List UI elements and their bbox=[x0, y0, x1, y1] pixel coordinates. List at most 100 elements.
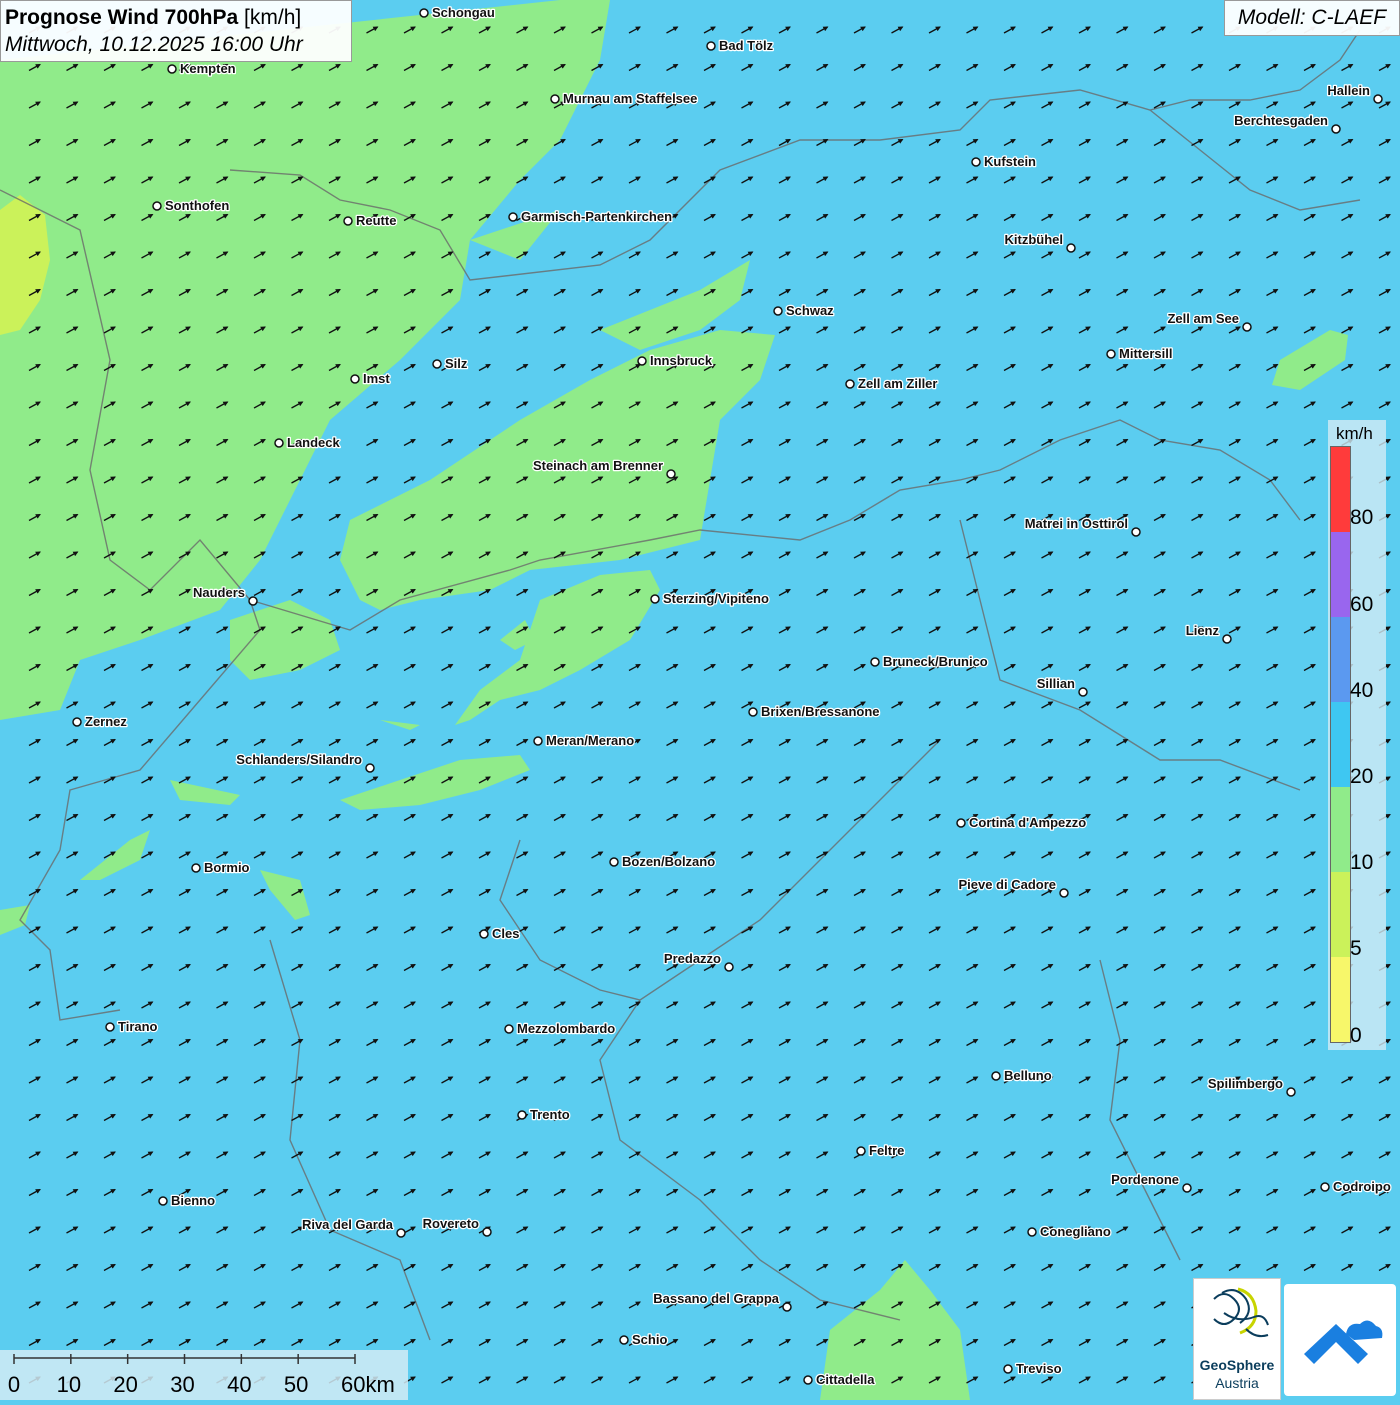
legend-label-5: 5 bbox=[1350, 937, 1362, 960]
city-label: Sillian bbox=[1037, 676, 1075, 691]
city-dot-icon bbox=[1059, 888, 1069, 898]
city-dot-icon bbox=[508, 212, 518, 222]
city-label: Meran/Merano bbox=[546, 733, 634, 748]
scale-bar-graphic: 0 10 20 30 40 50 60km bbox=[8, 1354, 395, 1397]
legend-band-5 bbox=[1331, 872, 1350, 957]
city-label: Riva del Garda bbox=[302, 1217, 394, 1232]
city-dot-icon bbox=[1131, 527, 1141, 537]
legend-band-20 bbox=[1331, 702, 1350, 787]
city-marker[interactable]: Sonthofen bbox=[152, 197, 231, 214]
weather-app-icon-graphic bbox=[1304, 1320, 1383, 1364]
city-dot-icon bbox=[1320, 1182, 1330, 1192]
city-dot-icon bbox=[248, 596, 258, 606]
city-marker[interactable]: Bruneck/Brunico bbox=[870, 653, 989, 670]
city-dot-icon bbox=[782, 1302, 792, 1312]
city-label: Tirano bbox=[118, 1019, 158, 1034]
city-label: Schio bbox=[632, 1332, 667, 1347]
city-label: Berchtesgaden bbox=[1234, 113, 1328, 128]
city-marker[interactable]: Schongau bbox=[419, 4, 496, 21]
city-dot-icon bbox=[991, 1071, 1001, 1081]
city-marker[interactable]: Bozen/Bolzano bbox=[609, 853, 716, 870]
city-marker[interactable]: Sterzing/Vipiteno bbox=[650, 590, 770, 607]
city-label: Kitzbühel bbox=[1005, 232, 1064, 247]
legend-label-0: 0 bbox=[1350, 1024, 1362, 1047]
city-dot-icon bbox=[158, 1196, 168, 1206]
city-label: Pieve di Cadore bbox=[958, 877, 1056, 892]
city-marker[interactable]: Meran/Merano bbox=[533, 732, 635, 749]
city-label: Kempten bbox=[180, 61, 236, 76]
city-marker[interactable]: Conegliano bbox=[1027, 1223, 1112, 1240]
weather-app-icon[interactable] bbox=[1284, 1284, 1396, 1396]
city-dot-icon bbox=[856, 1146, 866, 1156]
city-label: Lienz bbox=[1186, 623, 1220, 638]
scale-label: 40 bbox=[227, 1372, 251, 1397]
city-label: Sterzing/Vipiteno bbox=[663, 591, 769, 606]
geosphere-logo-icon bbox=[1213, 1287, 1269, 1338]
city-dot-icon bbox=[1078, 687, 1088, 697]
city-dot-icon bbox=[550, 94, 560, 104]
city-dot-icon bbox=[1373, 94, 1383, 104]
city-dot-icon bbox=[971, 157, 981, 167]
city-marker[interactable]: Garmisch-Partenkirchen bbox=[508, 208, 673, 225]
city-dot-icon bbox=[504, 1024, 514, 1034]
city-dot-icon bbox=[619, 1335, 629, 1345]
city-dot-icon bbox=[1003, 1364, 1013, 1374]
city-dot-icon bbox=[167, 64, 177, 74]
city-label: Steinach am Brenner bbox=[533, 458, 663, 473]
legend-label-10: 10 bbox=[1350, 851, 1374, 874]
city-label: Codroipo bbox=[1333, 1179, 1391, 1194]
city-marker[interactable]: Murnau am Staffelsee bbox=[550, 90, 699, 107]
city-marker[interactable]: Mezzolombardo bbox=[504, 1020, 617, 1037]
city-dot-icon bbox=[773, 306, 783, 316]
scale-label: 30 bbox=[170, 1372, 194, 1397]
scale-label: 60km bbox=[341, 1372, 395, 1397]
scale-label: 0 bbox=[8, 1372, 20, 1397]
city-dot-icon bbox=[1242, 322, 1252, 332]
city-dot-icon bbox=[533, 736, 543, 746]
city-label: Bruneck/Brunico bbox=[883, 654, 988, 669]
city-label: Kufstein bbox=[984, 154, 1036, 169]
forecast-datetime: Mittwoch, 10.12.2025 16:00 Uhr bbox=[5, 33, 303, 56]
city-dot-icon bbox=[845, 379, 855, 389]
scale-label: 10 bbox=[57, 1372, 81, 1397]
city-label: Belluno bbox=[1004, 1068, 1052, 1083]
city-label: Imst bbox=[363, 371, 390, 386]
legend-label-40: 40 bbox=[1350, 679, 1374, 702]
city-label: Rovereto bbox=[423, 1216, 479, 1231]
city-label: Sonthofen bbox=[165, 198, 229, 213]
city-label: Zernez bbox=[85, 714, 127, 729]
city-label: Predazzo bbox=[664, 951, 721, 966]
city-dot-icon bbox=[396, 1228, 406, 1238]
city-marker[interactable]: Brixen/Bressanone bbox=[748, 703, 881, 720]
city-label: Innsbruck bbox=[650, 353, 713, 368]
city-dot-icon bbox=[517, 1110, 527, 1120]
city-marker[interactable]: Cortina d'Ampezzo bbox=[956, 814, 1088, 831]
title-main: Prognose Wind 700hPa bbox=[5, 6, 239, 29]
city-label: Conegliano bbox=[1040, 1224, 1111, 1239]
city-dot-icon bbox=[748, 707, 758, 717]
city-label: Zell am Ziller bbox=[858, 376, 937, 391]
legend-band-40 bbox=[1331, 617, 1350, 702]
city-label: Trento bbox=[530, 1107, 570, 1122]
city-marker[interactable]: Innsbruck bbox=[637, 352, 714, 369]
legend-band-60 bbox=[1331, 532, 1350, 617]
city-label: Bozen/Bolzano bbox=[622, 854, 715, 869]
city-label: Murnau am Staffelsee bbox=[563, 91, 697, 106]
geosphere-name: GeoSphere bbox=[1199, 1357, 1275, 1373]
city-label: Treviso bbox=[1016, 1361, 1062, 1376]
city-marker[interactable]: Zell am Ziller bbox=[845, 375, 939, 392]
legend-label-60: 60 bbox=[1350, 593, 1374, 616]
city-label: Cittadella bbox=[816, 1372, 875, 1387]
city-label: Garmisch-Partenkirchen bbox=[521, 209, 672, 224]
city-label: Matrei in Osttirol bbox=[1025, 516, 1128, 531]
city-label: Mittersill bbox=[1119, 346, 1172, 361]
city-dot-icon bbox=[1027, 1227, 1037, 1237]
scale-label: 20 bbox=[113, 1372, 137, 1397]
wind-map[interactable]: Schongau Bad Tölz Kempten Murnau am Staffel… bbox=[0, 0, 1400, 1400]
legend-label-20: 20 bbox=[1350, 765, 1374, 788]
city-dot-icon bbox=[706, 41, 716, 51]
city-dot-icon bbox=[666, 469, 676, 479]
city-dot-icon bbox=[191, 863, 201, 873]
geosphere-logo[interactable]: GeoSphere Austria bbox=[1193, 1278, 1281, 1400]
city-dot-icon bbox=[1222, 634, 1232, 644]
